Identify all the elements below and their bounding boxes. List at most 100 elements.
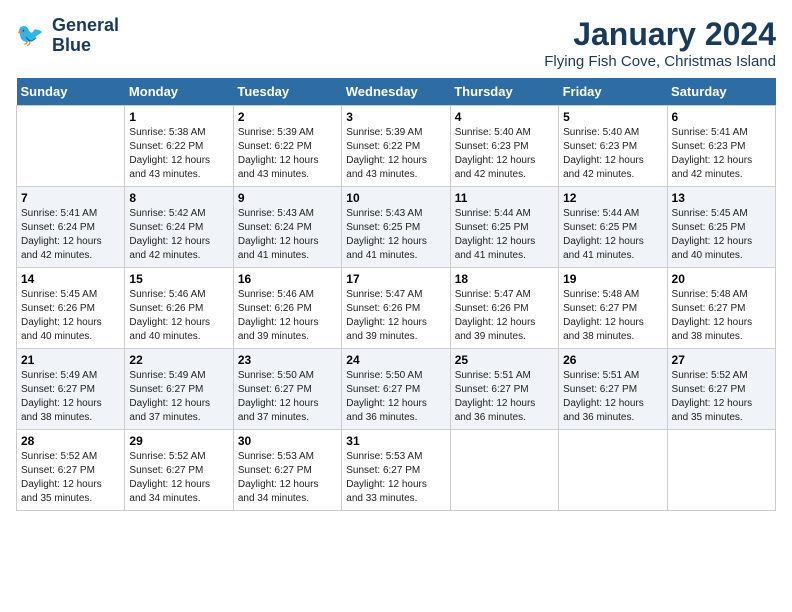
day-info: Sunrise: 5:40 AM Sunset: 6:23 PM Dayligh… — [563, 126, 662, 182]
day-info: Sunrise: 5:52 AM Sunset: 6:27 PM Dayligh… — [672, 369, 771, 425]
day-number: 13 — [672, 191, 771, 205]
day-info: Sunrise: 5:49 AM Sunset: 6:27 PM Dayligh… — [129, 369, 228, 425]
calendar-day-cell: 12 Sunrise: 5:44 AM Sunset: 6:25 PM Dayli… — [559, 187, 667, 268]
day-info: Sunrise: 5:53 AM Sunset: 6:27 PM Dayligh… — [238, 450, 337, 506]
calendar-week-row: 1 Sunrise: 5:38 AM Sunset: 6:22 PM Daylig… — [17, 106, 776, 187]
calendar-day-cell: 21Sunrise: 5:49 AM Sunset: 6:27 PM Dayli… — [17, 349, 125, 430]
calendar-day-cell: 29 Sunrise: 5:52 AM Sunset: 6:27 PM Dayli… — [125, 430, 233, 511]
day-number: 27 — [672, 353, 771, 367]
day-info: Sunrise: 5:39 AM Sunset: 6:22 PM Dayligh… — [346, 126, 445, 182]
weekday-header: Thursday — [450, 78, 558, 106]
day-info: Sunrise: 5:39 AM Sunset: 6:22 PM Dayligh… — [238, 126, 337, 182]
day-info: Sunrise: 5:45 AM Sunset: 6:26 PM Dayligh… — [21, 288, 120, 344]
calendar-day-cell: 13Sunrise: 5:45 AM Sunset: 6:25 PM Dayli… — [667, 187, 775, 268]
day-number: 9 — [238, 191, 337, 205]
day-number: 11 — [455, 191, 554, 205]
day-info: Sunrise: 5:52 AM Sunset: 6:27 PM Dayligh… — [129, 450, 228, 506]
day-info: Sunrise: 5:38 AM Sunset: 6:22 PM Dayligh… — [129, 126, 228, 182]
day-info: Sunrise: 5:47 AM Sunset: 6:26 PM Dayligh… — [455, 288, 554, 344]
day-number: 16 — [238, 272, 337, 286]
weekday-header-row: SundayMondayTuesdayWednesdayThursdayFrid… — [17, 78, 776, 106]
day-number: 30 — [238, 434, 337, 448]
day-number: 22 — [129, 353, 228, 367]
day-info: Sunrise: 5:44 AM Sunset: 6:25 PM Dayligh… — [563, 207, 662, 263]
day-info: Sunrise: 5:51 AM Sunset: 6:27 PM Dayligh… — [455, 369, 554, 425]
calendar-day-cell: 9 Sunrise: 5:43 AM Sunset: 6:24 PM Daylig… — [233, 187, 341, 268]
calendar-day-cell: 6Sunrise: 5:41 AM Sunset: 6:23 PM Daylig… — [667, 106, 775, 187]
day-number: 21 — [21, 353, 120, 367]
day-number: 31 — [346, 434, 445, 448]
day-number: 20 — [672, 272, 771, 286]
calendar-week-row: 7 Sunrise: 5:41 AM Sunset: 6:24 PM Daylig… — [17, 187, 776, 268]
calendar-week-row: 21 Sunrise: 5:49 AM Sunset: 6:27 PM Dayli… — [17, 349, 776, 430]
calendar-day-cell: 26 Sunrise: 5:51 AM Sunset: 6:27 PM Dayli… — [559, 349, 667, 430]
day-number: 18 — [455, 272, 554, 286]
day-number: 29 — [129, 434, 228, 448]
calendar-day-cell: 11Sunrise: 5:44 AM Sunset: 6:25 PM Dayli… — [450, 187, 558, 268]
main-title: January 2024 — [544, 16, 776, 53]
calendar-day-cell: 10 Sunrise: 5:43 AM Sunset: 6:25 PM Dayli… — [342, 187, 450, 268]
logo-text: General Blue — [52, 16, 119, 56]
day-number: 10 — [346, 191, 445, 205]
day-number: 6 — [672, 110, 771, 124]
weekday-header: Saturday — [667, 78, 775, 106]
calendar-day-cell: 16Sunrise: 5:46 AM Sunset: 6:26 PM Dayli… — [233, 268, 341, 349]
calendar-day-cell: 25 Sunrise: 5:51 AM Sunset: 6:27 PM Dayli… — [450, 349, 558, 430]
weekday-header: Friday — [559, 78, 667, 106]
calendar-day-cell: 15Sunrise: 5:46 AM Sunset: 6:26 PM Dayli… — [125, 268, 233, 349]
day-info: Sunrise: 5:53 AM Sunset: 6:27 PM Dayligh… — [346, 450, 445, 506]
day-info: Sunrise: 5:48 AM Sunset: 6:27 PM Dayligh… — [563, 288, 662, 344]
calendar-day-cell: 4Sunrise: 5:40 AM Sunset: 6:23 PM Daylig… — [450, 106, 558, 187]
day-number: 3 — [346, 110, 445, 124]
calendar-day-cell: 31 Sunrise: 5:53 AM Sunset: 6:27 PM Dayli… — [342, 430, 450, 511]
calendar-day-cell: 22 Sunrise: 5:49 AM Sunset: 6:27 PM Dayli… — [125, 349, 233, 430]
calendar-day-cell — [559, 430, 667, 511]
day-number: 25 — [455, 353, 554, 367]
day-info: Sunrise: 5:41 AM Sunset: 6:24 PM Dayligh… — [21, 207, 120, 263]
calendar-day-cell: 27 Sunrise: 5:52 AM Sunset: 6:27 PM Dayli… — [667, 349, 775, 430]
day-info: Sunrise: 5:46 AM Sunset: 6:26 PM Dayligh… — [129, 288, 228, 344]
weekday-header: Monday — [125, 78, 233, 106]
calendar-table: SundayMondayTuesdayWednesdayThursdayFrid… — [16, 78, 776, 511]
calendar-day-cell: 8Sunrise: 5:42 AM Sunset: 6:24 PM Daylig… — [125, 187, 233, 268]
calendar-day-cell: 17 Sunrise: 5:47 AM Sunset: 6:26 PM Dayli… — [342, 268, 450, 349]
day-number: 4 — [455, 110, 554, 124]
calendar-day-cell: 3 Sunrise: 5:39 AM Sunset: 6:22 PM Daylig… — [342, 106, 450, 187]
day-info: Sunrise: 5:50 AM Sunset: 6:27 PM Dayligh… — [238, 369, 337, 425]
day-number: 28 — [21, 434, 120, 448]
calendar-day-cell — [667, 430, 775, 511]
subtitle: Flying Fish Cove, Christmas Island — [544, 53, 776, 70]
day-info: Sunrise: 5:52 AM Sunset: 6:27 PM Dayligh… — [21, 450, 120, 506]
svg-text:🐦: 🐦 — [16, 22, 44, 47]
calendar-week-row: 14 Sunrise: 5:45 AM Sunset: 6:26 PM Dayli… — [17, 268, 776, 349]
calendar-day-cell: 24 Sunrise: 5:50 AM Sunset: 6:27 PM Dayli… — [342, 349, 450, 430]
calendar-day-cell — [450, 430, 558, 511]
calendar-day-cell: 20Sunrise: 5:48 AM Sunset: 6:27 PM Dayli… — [667, 268, 775, 349]
day-number: 23 — [238, 353, 337, 367]
day-number: 1 — [129, 110, 228, 124]
day-info: Sunrise: 5:43 AM Sunset: 6:25 PM Dayligh… — [346, 207, 445, 263]
day-number: 26 — [563, 353, 662, 367]
day-number: 12 — [563, 191, 662, 205]
day-number: 24 — [346, 353, 445, 367]
calendar-day-cell: 19 Sunrise: 5:48 AM Sunset: 6:27 PM Dayli… — [559, 268, 667, 349]
day-info: Sunrise: 5:51 AM Sunset: 6:27 PM Dayligh… — [563, 369, 662, 425]
day-number: 14 — [21, 272, 120, 286]
day-info: Sunrise: 5:43 AM Sunset: 6:24 PM Dayligh… — [238, 207, 337, 263]
day-number: 19 — [563, 272, 662, 286]
logo: 🐦 General Blue — [16, 16, 119, 56]
weekday-header: Sunday — [17, 78, 125, 106]
day-number: 8 — [129, 191, 228, 205]
day-info: Sunrise: 5:50 AM Sunset: 6:27 PM Dayligh… — [346, 369, 445, 425]
day-info: Sunrise: 5:47 AM Sunset: 6:26 PM Dayligh… — [346, 288, 445, 344]
weekday-header: Tuesday — [233, 78, 341, 106]
calendar-day-cell: 28 Sunrise: 5:52 AM Sunset: 6:27 PM Dayli… — [17, 430, 125, 511]
weekday-header: Wednesday — [342, 78, 450, 106]
day-number: 5 — [563, 110, 662, 124]
day-number: 7 — [21, 191, 120, 205]
calendar-day-cell: 1 Sunrise: 5:38 AM Sunset: 6:22 PM Daylig… — [125, 106, 233, 187]
calendar-week-row: 28 Sunrise: 5:52 AM Sunset: 6:27 PM Dayli… — [17, 430, 776, 511]
calendar-day-cell: 5 Sunrise: 5:40 AM Sunset: 6:23 PM Daylig… — [559, 106, 667, 187]
day-number: 17 — [346, 272, 445, 286]
calendar-day-cell — [17, 106, 125, 187]
